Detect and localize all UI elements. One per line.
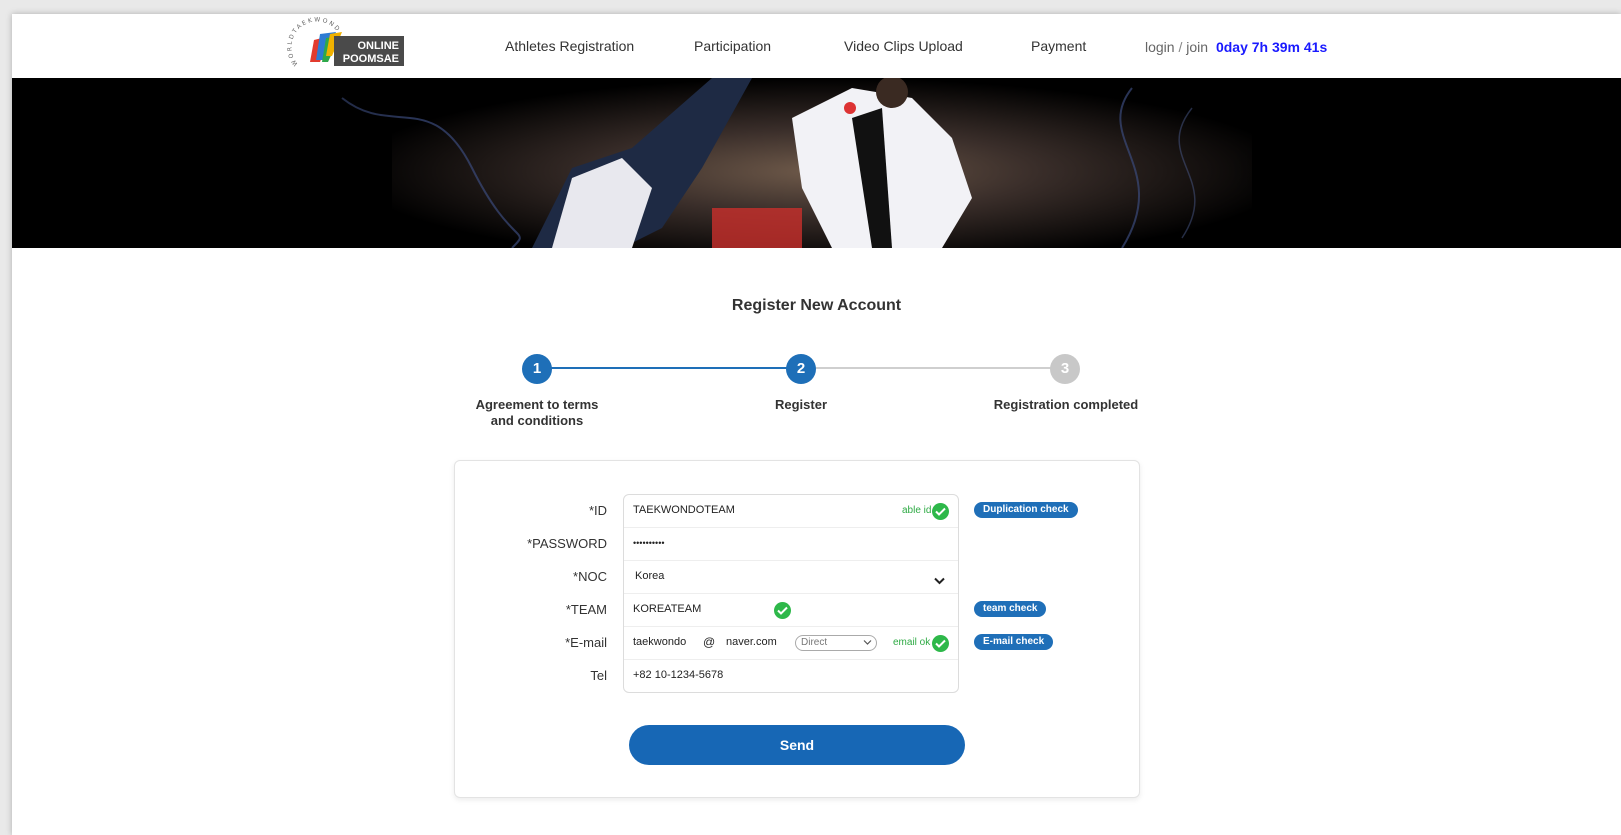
step-3-circle: 3	[1050, 354, 1080, 384]
password-label: *PASSWORD	[527, 536, 607, 551]
team-label: *TEAM	[565, 602, 607, 617]
noc-select[interactable]: Korea	[624, 561, 958, 594]
team-check-button[interactable]: team check	[974, 601, 1047, 617]
step-1-circle: 1	[522, 354, 552, 384]
step-1-label-line2: and conditions	[490, 413, 584, 428]
step-1-label: Agreement to terms and conditions	[452, 397, 622, 429]
id-check-icon	[932, 503, 949, 520]
online-poomsae-logo[interactable]: W O R L D T A E K W O N D O ONLINE POOMS…	[282, 14, 410, 72]
password-value: ••••••••••	[633, 538, 665, 548]
email-field: taekwondo @ naver.com Direct email ok	[624, 627, 958, 660]
id-value: TAEKWONDOTEAM	[633, 504, 735, 516]
email-check-icon	[932, 635, 949, 652]
email-at-sign: @	[703, 635, 716, 649]
email-domain-select-value: Direct	[801, 637, 828, 648]
logo-text-poomsae: POOMSAE	[343, 53, 399, 65]
step-3-label: Registration completed	[993, 397, 1139, 412]
noc-value: Korea	[635, 570, 665, 582]
step-connector-2	[802, 367, 1064, 369]
register-form-card: *ID *PASSWORD *NOC *TEAM *E-mail Tel TAE…	[454, 460, 1140, 798]
login-separator: /	[1174, 39, 1187, 55]
chevron-down-icon	[863, 640, 872, 645]
id-label: *ID	[588, 503, 607, 518]
email-local-input[interactable]: taekwondo	[633, 636, 686, 648]
chevron-down-icon	[934, 572, 945, 590]
step-1-label-line1: Agreement to terms	[475, 397, 599, 412]
team-value: KOREATEAM	[633, 603, 702, 615]
page-title: Register New Account	[731, 297, 902, 314]
registration-stepper: 1 2 3 Agreement to terms and conditions …	[452, 354, 1152, 444]
noc-label: *NOC	[573, 569, 607, 584]
tel-value: +82 10-1234-5678	[633, 669, 724, 681]
email-domain-input[interactable]: naver.com	[726, 636, 777, 648]
team-field[interactable]: KOREATEAM	[624, 594, 958, 627]
nav-athletes-registration[interactable]: Athletes Registration	[505, 38, 634, 54]
hero-image	[12, 78, 1621, 248]
join-link[interactable]: join	[1186, 39, 1208, 55]
duplication-check-button[interactable]: Duplication check	[974, 502, 1078, 518]
team-check-icon	[774, 602, 791, 619]
email-status-text: email ok	[893, 637, 931, 648]
nav-participation[interactable]: Participation	[694, 38, 771, 54]
login-join-area: login / join 0day 7h 39m 41s	[1145, 39, 1327, 55]
browser-page: W O R L D T A E K W O N D O ONLINE POOMS…	[12, 14, 1621, 835]
step-2-circle: 2	[786, 354, 816, 384]
password-field[interactable]: ••••••••••	[624, 528, 958, 561]
tel-label: Tel	[590, 668, 607, 683]
login-link[interactable]: login	[1145, 39, 1175, 55]
input-group: TAEKWONDOTEAM able id •••••••••• Korea K…	[623, 494, 959, 693]
id-field[interactable]: TAEKWONDOTEAM able id	[624, 495, 958, 528]
countdown-timer: 0day 7h 39m 41s	[1215, 39, 1328, 55]
step-2-label: Register	[774, 397, 828, 412]
nav-payment[interactable]: Payment	[1031, 38, 1086, 54]
email-check-button[interactable]: E-mail check	[974, 634, 1054, 650]
email-label: *E-mail	[565, 635, 607, 650]
id-status-text: able id	[902, 505, 932, 516]
nav-video-clips-upload[interactable]: Video Clips Upload	[844, 38, 963, 54]
hero-banner	[12, 78, 1621, 248]
tel-field[interactable]: +82 10-1234-5678	[624, 660, 958, 692]
step-connector-1	[540, 367, 802, 369]
send-button[interactable]: Send	[629, 725, 965, 765]
top-header: W O R L D T A E K W O N D O ONLINE POOMS…	[12, 14, 1621, 78]
logo-text-online: ONLINE	[357, 40, 399, 52]
email-domain-select[interactable]: Direct	[795, 635, 877, 651]
